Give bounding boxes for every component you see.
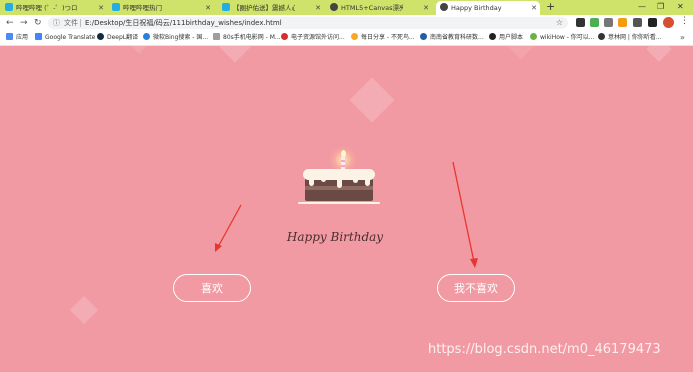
watermark: https://blog.csdn.net/m0_46179473 [428,342,661,357]
annotation-arrows [215,161,478,268]
arrow-right [452,161,478,268]
arrow-left [215,204,242,252]
